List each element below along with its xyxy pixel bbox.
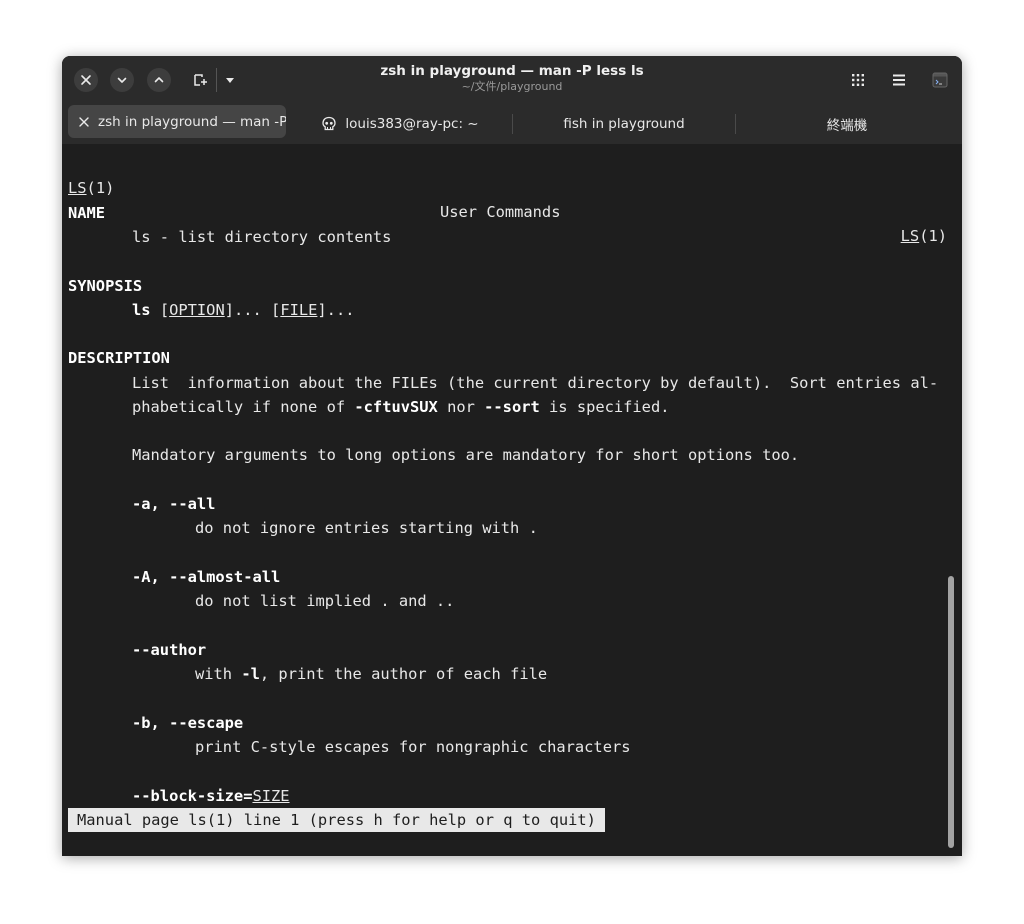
option-author-description: with -l, print the author of each file	[195, 665, 548, 683]
description-paragraph-2: Mandatory arguments to long options are …	[132, 446, 800, 464]
new-tab-icon	[194, 74, 207, 86]
chevron-up-icon	[154, 77, 164, 83]
man-header-left: LS(1)	[68, 179, 115, 197]
main-menu-button[interactable]	[887, 68, 911, 92]
description-heading: DESCRIPTION	[68, 349, 170, 367]
window-title-block: zsh in playground — man -P less ls ~/文件/…	[312, 62, 712, 94]
chevron-down-icon	[117, 77, 127, 83]
tab-louis383[interactable]: louis383@ray-pc: ~	[288, 104, 512, 144]
tab-label: fish in playground	[563, 116, 685, 132]
terminal-window: zsh in playground — man -P less ls ~/文件/…	[62, 56, 962, 856]
man-header-center: User Commands	[440, 203, 561, 221]
window-subtitle: ~/文件/playground	[461, 80, 563, 93]
tab-close-button[interactable]	[78, 115, 90, 129]
close-icon	[81, 75, 91, 85]
name-heading: NAME	[68, 204, 106, 222]
hamburger-icon	[893, 74, 905, 86]
tab-overview-button[interactable]	[846, 68, 870, 92]
scroll-up-button[interactable]	[147, 68, 171, 92]
tab-label: 終端機	[826, 118, 868, 134]
terminal-app-icon	[928, 68, 952, 92]
description-line-2: phabetically if none of -cftuvSUX nor --…	[132, 398, 670, 416]
option-almost-all: -A, --almost-all	[132, 568, 281, 586]
caret-down-icon	[226, 78, 234, 83]
synopsis-text: ls [OPTION]... [FILE]...	[132, 301, 355, 319]
tab-zsh-man[interactable]: zsh in playground — man -P less ls	[68, 105, 286, 138]
grid-icon	[852, 74, 864, 86]
header-bar: zsh in playground — man -P less ls ~/文件/…	[62, 56, 962, 104]
header-separator	[216, 68, 217, 92]
option-escape-description: print C-style escapes for nongraphic cha…	[195, 738, 631, 756]
tab-menu-button[interactable]	[218, 68, 242, 92]
option-block-size: --block-size=SIZE	[132, 787, 290, 805]
option-author: --author	[132, 641, 207, 659]
tab-label: zsh in playground — man -P less ls	[98, 113, 286, 130]
terminal-content[interactable]: LS(1) User Commands LS(1) NAME ls - list…	[62, 144, 962, 856]
option-all: -a, --all	[132, 495, 216, 513]
scroll-down-button[interactable]	[110, 68, 134, 92]
man-header: LS(1) User Commands LS(1)	[68, 152, 947, 245]
option-escape: -b, --escape	[132, 714, 244, 732]
name-text: ls - list directory contents	[132, 228, 392, 246]
description-line-1: List information about the FILEs (the cu…	[132, 374, 939, 392]
close-button[interactable]	[74, 68, 98, 92]
option-almost-all-description: do not list implied . and ..	[195, 592, 455, 610]
option-all-description: do not ignore entries starting with .	[195, 519, 538, 537]
tab-bar: zsh in playground — man -P less ls louis…	[62, 104, 962, 144]
new-tab-button[interactable]	[188, 68, 212, 92]
skull-icon	[321, 116, 337, 132]
pager-status-line: Manual page ls(1) line 1 (press h for he…	[68, 808, 605, 832]
terminal-icon	[932, 72, 948, 88]
scrollbar[interactable]	[948, 576, 954, 848]
close-icon	[79, 116, 89, 127]
synopsis-heading: SYNOPSIS	[68, 277, 143, 295]
window-title: zsh in playground — man -P less ls	[380, 63, 644, 79]
tab-label: louis383@ray-pc: ~	[345, 116, 479, 132]
tab-terminal[interactable]: 終端機	[736, 104, 958, 144]
tab-fish[interactable]: fish in playground	[513, 104, 735, 144]
man-header-right: LS(1)	[900, 227, 947, 245]
